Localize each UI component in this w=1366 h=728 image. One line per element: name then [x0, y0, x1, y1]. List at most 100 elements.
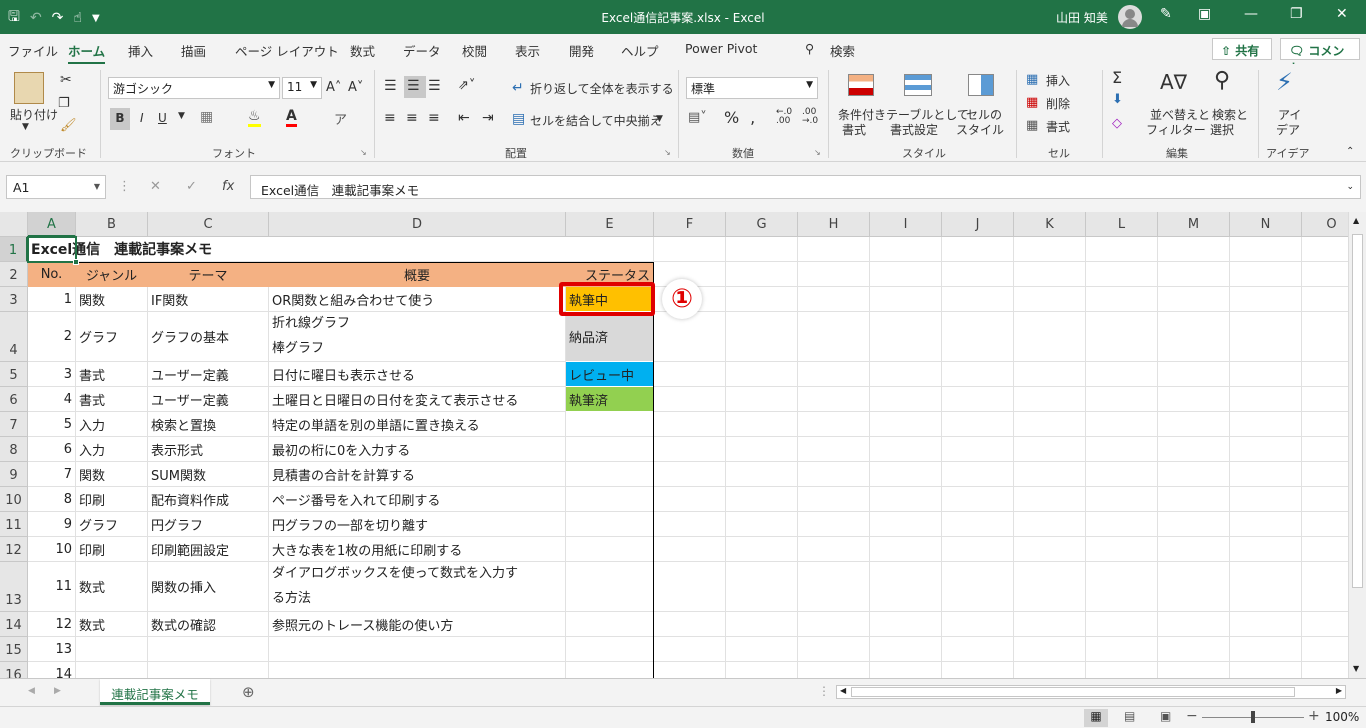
wrap-text-button[interactable]: 折り返して全体を表示する: [530, 80, 674, 97]
header-no[interactable]: No.: [28, 262, 76, 287]
cell[interactable]: [1158, 562, 1230, 612]
format-cells-icon[interactable]: ▦: [1026, 118, 1038, 133]
font-name-select[interactable]: 游ゴシック ▼: [108, 77, 280, 99]
cell[interactable]: [1086, 512, 1158, 537]
cell-summary[interactable]: ダイアログボックスを使って数式を入力す る方法: [269, 562, 566, 612]
cancel-icon[interactable]: ✕: [150, 179, 161, 194]
cell-summary[interactable]: 日付に曜日も表示させる: [269, 362, 566, 387]
paste-button[interactable]: 貼り付け: [10, 106, 58, 123]
cell[interactable]: [726, 262, 798, 287]
cell[interactable]: [654, 412, 726, 437]
increase-decimal-icon[interactable]: ←.0.00: [776, 108, 792, 126]
tab-formulas[interactable]: 数式: [350, 41, 375, 60]
cell[interactable]: [269, 637, 566, 662]
cell-no[interactable]: 6: [28, 437, 76, 462]
cell[interactable]: [1158, 537, 1230, 562]
fill-handle[interactable]: [73, 259, 79, 265]
cell[interactable]: [870, 287, 942, 312]
column-header-a[interactable]: A: [28, 212, 76, 237]
next-sheet-icon[interactable]: ▶: [54, 686, 61, 696]
cell[interactable]: [798, 462, 870, 487]
cell[interactable]: [726, 637, 798, 662]
cell[interactable]: [1158, 387, 1230, 412]
zoom-slider-thumb[interactable]: [1251, 711, 1255, 723]
cell[interactable]: [1302, 462, 1348, 487]
decrease-decimal-icon[interactable]: .00 →.0: [802, 108, 818, 126]
row-header-7[interactable]: 7: [0, 412, 28, 437]
cell[interactable]: [870, 312, 942, 362]
cell-summary[interactable]: 特定の単語を別の単語に置き換える: [269, 412, 566, 437]
row-header-4[interactable]: 4: [0, 312, 28, 362]
cell[interactable]: [1230, 437, 1302, 462]
font-dialog-launcher-icon[interactable]: ↘: [360, 148, 367, 157]
column-header-l[interactable]: L: [1086, 212, 1158, 237]
cell[interactable]: [1086, 612, 1158, 637]
cell[interactable]: [1086, 462, 1158, 487]
cell-summary[interactable]: 円グラフの一部を切り離す: [269, 512, 566, 537]
scroll-thumb[interactable]: [1352, 234, 1363, 588]
cell[interactable]: [726, 387, 798, 412]
cell-genre[interactable]: 書式: [76, 362, 148, 387]
cell[interactable]: [1014, 487, 1086, 512]
cell[interactable]: [942, 612, 1014, 637]
cell[interactable]: [1086, 487, 1158, 512]
align-middle-icon[interactable]: ☰: [404, 76, 426, 98]
align-left-icon[interactable]: ≡: [384, 110, 396, 126]
cell-summary[interactable]: 大きな表を1枚の用紙に印刷する: [269, 537, 566, 562]
cell-genre[interactable]: 書式: [76, 387, 148, 412]
cell[interactable]: [726, 662, 798, 678]
cell[interactable]: [76, 662, 148, 678]
cell[interactable]: [798, 287, 870, 312]
cell[interactable]: [1086, 662, 1158, 678]
row-header-15[interactable]: 15: [0, 637, 28, 662]
cell[interactable]: [942, 487, 1014, 512]
cell-genre[interactable]: 数式: [76, 612, 148, 637]
collapse-ribbon-icon[interactable]: ⌃: [1346, 146, 1354, 157]
tab-developer[interactable]: 開発: [569, 41, 594, 60]
cell-summary[interactable]: OR関数と組み合わせて使う: [269, 287, 566, 312]
cell[interactable]: [942, 387, 1014, 412]
column-header-d[interactable]: D: [269, 212, 566, 237]
sheet-tab[interactable]: 連載記事案メモ: [100, 679, 210, 705]
row-header-5[interactable]: 5: [0, 362, 28, 387]
insert-function-icon[interactable]: fx: [222, 179, 234, 194]
cell-theme[interactable]: 表示形式: [148, 437, 269, 462]
comment-button[interactable]: 🗨 コメント: [1280, 38, 1360, 75]
scroll-down-icon[interactable]: ▼: [1353, 664, 1359, 673]
cell[interactable]: [1086, 262, 1158, 287]
cell[interactable]: [1302, 662, 1348, 678]
cell[interactable]: [1230, 312, 1302, 362]
tab-insert[interactable]: 挿入: [128, 41, 153, 60]
cell[interactable]: [148, 662, 269, 678]
cell-summary[interactable]: 土曜日と日曜日の日付を変えて表示させる: [269, 387, 566, 412]
format-cells-button[interactable]: 書式: [1046, 118, 1070, 135]
cell-status[interactable]: 納品済: [566, 312, 654, 362]
cell[interactable]: [1086, 387, 1158, 412]
bold-icon[interactable]: B: [110, 108, 130, 130]
cell[interactable]: [798, 662, 870, 678]
cell-no[interactable]: 5: [28, 412, 76, 437]
row-header-9[interactable]: 9: [0, 462, 28, 487]
cell-genre[interactable]: グラフ: [76, 312, 148, 362]
cell[interactable]: [1014, 362, 1086, 387]
cell[interactable]: [870, 487, 942, 512]
page-layout-view-icon[interactable]: ▤: [1124, 709, 1135, 723]
cell-summary[interactable]: ページ番号を入れて印刷する: [269, 487, 566, 512]
cell[interactable]: [1158, 412, 1230, 437]
cell[interactable]: [1014, 262, 1086, 287]
cell[interactable]: [566, 662, 654, 678]
name-box[interactable]: A1 ▼: [6, 175, 106, 199]
cell[interactable]: [942, 562, 1014, 612]
cell[interactable]: [1158, 512, 1230, 537]
column-header-k[interactable]: K: [1014, 212, 1086, 237]
cell-styles-label[interactable]: スタイル: [956, 121, 1004, 138]
cell-no[interactable]: 8: [28, 487, 76, 512]
cell[interactable]: [1230, 462, 1302, 487]
cell[interactable]: [1158, 437, 1230, 462]
format-painter-icon[interactable]: 🖌: [60, 118, 77, 133]
merge-center-icon[interactable]: ▤: [512, 111, 525, 127]
tab-draw[interactable]: 描画: [181, 41, 206, 60]
cell-styles-icon[interactable]: [968, 74, 994, 96]
enter-icon[interactable]: ✓: [186, 179, 197, 194]
paste-dropdown-icon[interactable]: ▼: [22, 122, 29, 132]
